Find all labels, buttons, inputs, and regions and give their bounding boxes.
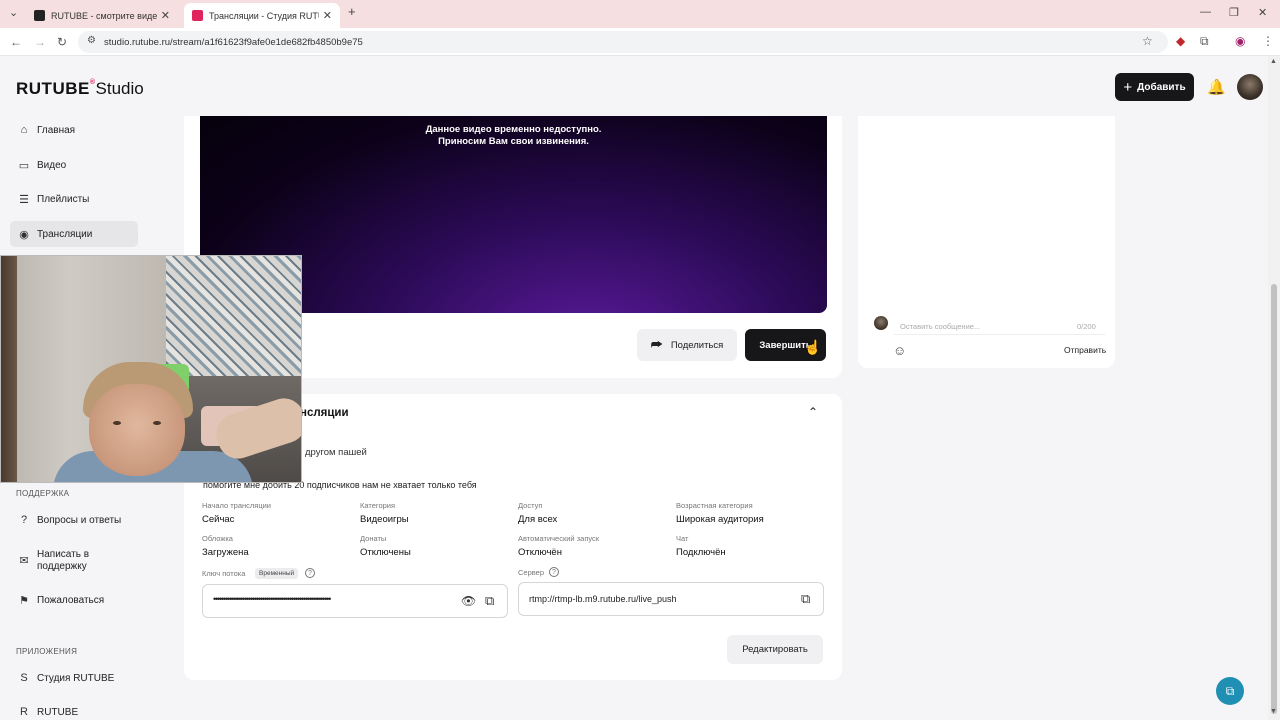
stream-key-label: Ключ потока	[202, 569, 246, 578]
details-section-title: нсляции	[300, 407, 349, 419]
profile-icon[interactable]: ◉	[1235, 34, 1245, 48]
chevron-up-icon[interactable]: ⌃	[808, 405, 818, 419]
close-window-icon[interactable]: ✕	[1258, 6, 1267, 19]
flag-icon: ⚑	[19, 594, 29, 607]
site-info-icon[interactable]: ⚙	[87, 35, 96, 46]
copy-key-icon[interactable]: ⧉	[485, 593, 494, 609]
field-value-category: Видеоигры	[360, 514, 409, 525]
field-value-cover: Загружена	[202, 547, 249, 558]
home-icon: ⌂	[20, 124, 28, 136]
stream-key-value: ••••••••••••••••••••••••••••••••••••••••…	[213, 594, 331, 604]
forward-icon[interactable]: →	[34, 35, 46, 49]
emoji-icon[interactable]: ☺	[893, 343, 906, 358]
video-icon: ▭	[18, 159, 30, 172]
chat-user-avatar	[874, 316, 888, 330]
studio-header: RUTUBE®Studio + Добавить 🔔	[0, 56, 1268, 116]
stream-key-help-icon[interactable]: ?	[305, 568, 315, 578]
copy-server-icon[interactable]: ⧉	[801, 591, 810, 607]
bookmark-star-icon[interactable]: ☆	[1142, 34, 1153, 48]
support-section-title: ПОДДЕРЖКА	[16, 489, 70, 498]
field-value-chat: Подключён	[676, 547, 726, 558]
sidebar-item-playlists[interactable]: ☰ Плейлисты	[10, 186, 138, 212]
field-label-age: Возрастная категория	[676, 501, 753, 510]
scroll-thumb[interactable]	[1271, 284, 1277, 714]
broadcast-icon: ◉	[19, 228, 29, 241]
notifications-bell-icon[interactable]: 🔔	[1207, 78, 1226, 96]
playlist-icon: ☰	[19, 193, 29, 206]
rutube-studio-logo[interactable]: RUTUBE®Studio	[16, 79, 144, 99]
share-arrow-icon: ⮫	[650, 337, 663, 352]
share-button[interactable]: ⮫ Поделиться	[637, 329, 737, 361]
new-tab-icon[interactable]: +	[348, 4, 356, 19]
page-scrollbar[interactable]: ▲ ▼	[1268, 56, 1280, 720]
sidebar-item-write-support[interactable]: ✉ Написать в поддержку	[10, 546, 138, 576]
player-apology-message: Приносим Вам свои извинения.	[438, 136, 589, 147]
field-value-age: Широкая аудитория	[676, 514, 764, 525]
url-text: studio.rutube.ru/stream/a1f61623f9afe0e1…	[104, 37, 363, 48]
field-value-start: Сейчас	[202, 514, 235, 525]
user-avatar[interactable]	[1237, 74, 1263, 100]
chat-message-input[interactable]: Оставить сообщение...	[894, 317, 1105, 335]
minimize-window-icon[interactable]: —	[1200, 6, 1211, 18]
field-label-donations: Донаты	[360, 534, 387, 543]
extensions-puzzle-icon[interactable]: ⧉	[1200, 34, 1209, 49]
close-tab-icon[interactable]: ✕	[161, 9, 170, 22]
support-chat-icon[interactable]: ⧉	[1216, 677, 1244, 705]
field-label-start: Начало трансляции	[202, 501, 271, 510]
studio-favicon-icon	[192, 10, 203, 21]
scroll-up-icon[interactable]: ▲	[1270, 58, 1277, 65]
stream-title-fragment: другом пашей	[305, 447, 367, 458]
sidebar-item-faq[interactable]: ? Вопросы и ответы	[10, 507, 138, 533]
field-label-cover: Обложка	[202, 534, 233, 543]
add-button[interactable]: + Добавить	[1115, 73, 1194, 101]
chat-char-counter: 0/200	[1077, 322, 1096, 331]
reload-icon[interactable]: ↻	[57, 35, 67, 49]
browser-tab-bar: ⌄ RUTUBE - смотрите видео онл ✕ Трансляц…	[0, 0, 1280, 28]
sidebar-item-broadcasts[interactable]: ◉ Трансляции	[10, 221, 138, 247]
edit-button[interactable]: Редактировать	[727, 635, 823, 664]
show-key-eye-icon[interactable]: 👁	[461, 594, 476, 608]
server-help-icon[interactable]: ?	[549, 567, 559, 577]
restore-window-icon[interactable]: ❐	[1229, 6, 1239, 19]
question-icon: ?	[20, 514, 28, 526]
sidebar-item-rutube-app[interactable]: R RUTUBE	[10, 699, 138, 720]
field-value-donations: Отключены	[360, 547, 411, 558]
server-label: Сервер	[518, 568, 545, 577]
field-label-autostart: Автоматический запуск	[518, 534, 600, 543]
player-unavailable-message: Данное видео временно недоступно.	[425, 124, 602, 135]
field-label-chat: Чат	[676, 534, 689, 543]
scroll-down-icon[interactable]: ▼	[1270, 708, 1277, 715]
plus-icon: +	[1123, 78, 1133, 96]
field-value-access: Для всех	[518, 514, 558, 525]
server-url-value: rtmp://rtmp-lb.m9.rutube.ru/live_push	[529, 594, 677, 604]
sidebar-item-home[interactable]: ⌂ Главная	[10, 117, 138, 143]
address-bar-row: ← → ↻ ⚙ studio.rutube.ru/stream/a1f61623…	[0, 28, 1280, 56]
mouse-cursor-icon: ☝	[804, 339, 822, 355]
sidebar-item-studio-app[interactable]: S Студия RUTUBE	[10, 665, 138, 691]
apps-section-title: ПРИЛОЖЕНИЯ	[16, 647, 78, 656]
field-value-autostart: Отключён	[518, 547, 562, 558]
rutube-app-icon: R	[20, 706, 28, 718]
stream-key-field[interactable]: ••••••••••••••••••••••••••••••••••••••••…	[202, 584, 508, 618]
browser-tab-rutube[interactable]: RUTUBE - смотрите видео онл ✕	[26, 3, 178, 28]
back-icon[interactable]: ←	[10, 35, 22, 49]
send-message-button[interactable]: Отправить	[1064, 345, 1106, 355]
tab-list-icon[interactable]: ⌄	[9, 6, 18, 19]
browser-menu-icon[interactable]: ⋮	[1262, 34, 1274, 48]
temporary-key-badge: Временный	[255, 568, 299, 579]
browser-tab-studio[interactable]: Трансляции - Студия RUTUBE ✕	[184, 3, 340, 28]
field-label-category: Категория	[360, 501, 396, 510]
close-tab-icon[interactable]: ✕	[323, 9, 332, 22]
server-url-field[interactable]: rtmp://rtmp-lb.m9.rutube.ru/live_push ⧉	[518, 582, 824, 616]
url-field[interactable]: ⚙ studio.rutube.ru/stream/a1f61623f9afe0…	[78, 31, 1168, 53]
mail-icon: ✉	[19, 555, 29, 567]
extension-icon[interactable]: ◆	[1176, 34, 1185, 48]
sidebar-item-complain[interactable]: ⚑ Пожаловаться	[10, 587, 138, 613]
rutube-favicon-icon	[34, 10, 45, 21]
field-label-access: Доступ	[518, 501, 543, 510]
webcam-overlay	[0, 255, 302, 483]
sidebar-item-video[interactable]: ▭ Видео	[10, 152, 138, 178]
studio-app-icon: S	[20, 672, 28, 684]
